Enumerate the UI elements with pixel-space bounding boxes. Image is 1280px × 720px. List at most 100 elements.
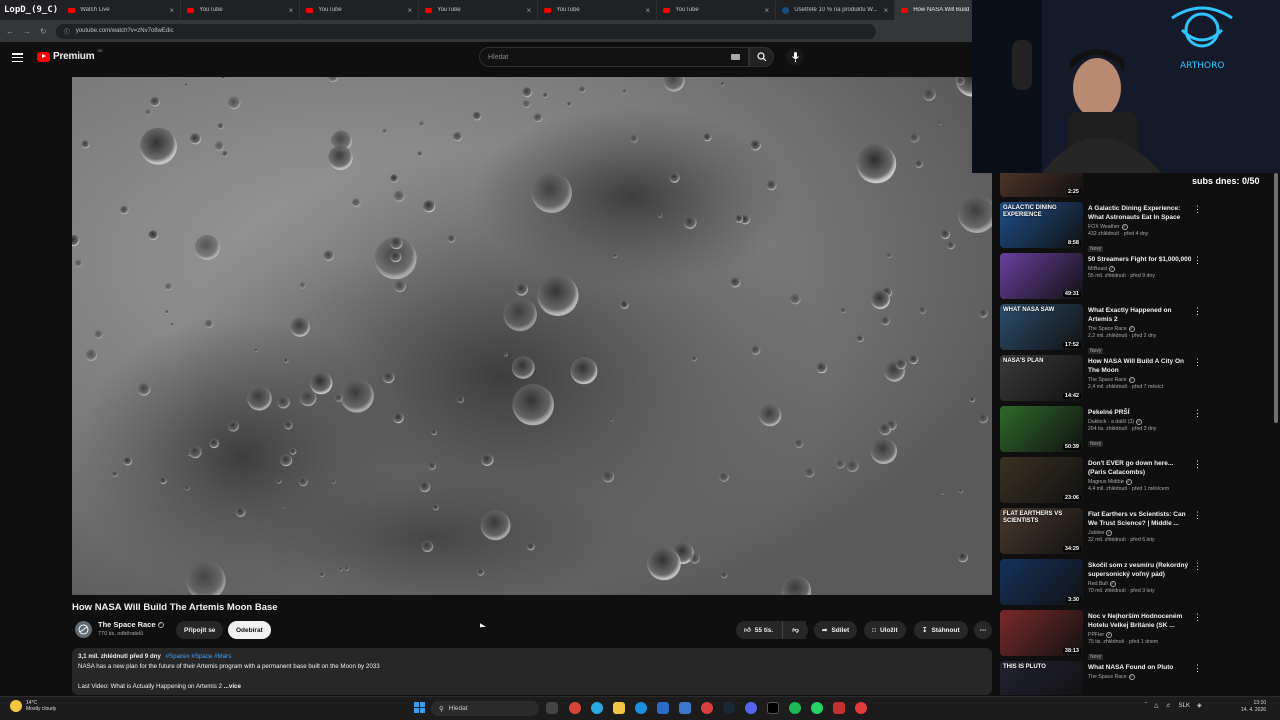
recommendation-channel[interactable]: FOX Weather ✓ xyxy=(1088,224,1272,230)
clock[interactable]: 13:10 14. 4. 2026 xyxy=(1241,700,1266,714)
download-button[interactable]: ↧ Stáhnout xyxy=(914,621,968,639)
more-options-icon[interactable]: ⋮ xyxy=(1193,664,1202,673)
video-thumbnail[interactable]: 3:30 xyxy=(1000,559,1083,605)
join-button[interactable]: Připojit se xyxy=(176,621,224,639)
recommendation-channel[interactable]: PPFter ✓ xyxy=(1088,632,1272,638)
video-thumbnail[interactable]: WHAT NASA SAW 17:52 xyxy=(1000,304,1083,350)
recommendation-channel[interactable]: The Space Race ✓ xyxy=(1088,674,1272,680)
recommendation-title[interactable]: Skočil som z vesmíru (Rekordný supersoni… xyxy=(1088,561,1193,579)
chrome-icon[interactable] xyxy=(569,702,581,714)
close-tab-icon[interactable]: × xyxy=(289,6,294,15)
more-options-icon[interactable]: ⋮ xyxy=(1193,409,1202,418)
voice-search-button[interactable] xyxy=(786,48,804,66)
task-view-icon[interactable] xyxy=(546,702,558,714)
recommendation-title[interactable]: A Galactic Dining Experience: What Astro… xyxy=(1088,204,1193,222)
back-icon[interactable]: ← xyxy=(6,27,14,36)
tab-4[interactable]: YouTube × xyxy=(538,0,658,20)
recommendation-item[interactable]: 49:31 50 Streamers Fight for $1,000,000 Mr… xyxy=(1000,253,1272,301)
video-thumbnail[interactable]: 49:31 xyxy=(1000,253,1083,299)
recommendation-item[interactable]: FLAT EARTHERS VS SCIENTISTS 34:29 Flat Ear… xyxy=(1000,508,1272,556)
video-thumbnail[interactable]: 38:13 xyxy=(1000,610,1083,656)
subscribe-button[interactable]: Odebírat xyxy=(228,621,271,639)
search-input[interactable]: Hledat xyxy=(479,47,749,67)
address-bar[interactable]: ⓘ youtube.com/watch?v=zNv7o8wEdic xyxy=(55,23,876,39)
share-button[interactable]: ➦ Sdílet xyxy=(814,621,858,639)
app-icon[interactable] xyxy=(833,702,845,714)
recommendation-channel[interactable]: Jubilee ✓ xyxy=(1088,530,1272,536)
search-button[interactable] xyxy=(749,47,774,67)
language-indicator[interactable]: SLK xyxy=(1179,703,1190,709)
youtube-logo[interactable]: Premium SK xyxy=(37,48,103,62)
tab-5[interactable]: YouTube × xyxy=(657,0,777,20)
tab-1[interactable]: YouTube × xyxy=(181,0,301,20)
recommendation-item[interactable]: 2:25 Lionsgate Movies✓2,7 mil. zhlédnutí … xyxy=(1000,173,1272,199)
store-icon[interactable] xyxy=(657,702,669,714)
video-thumbnail[interactable]: GALACTIC DINING EXPERIENCE 8:58 xyxy=(1000,202,1083,248)
start-button[interactable] xyxy=(414,702,425,713)
spotify-icon[interactable] xyxy=(789,702,801,714)
recommendation-title[interactable]: Don't EVER go down here... (Paris Cataco… xyxy=(1088,459,1193,477)
weather-widget[interactable]: 14°C Mostly cloudy xyxy=(10,700,56,712)
recommendation-channel[interactable]: MrBeast ✓ xyxy=(1088,266,1272,272)
more-options-icon[interactable]: ⋮ xyxy=(1193,511,1202,520)
video-thumbnail[interactable]: NASA'S PLAN 14:42 xyxy=(1000,355,1083,401)
more-options-icon[interactable]: ⋮ xyxy=(1193,205,1202,214)
channel-name[interactable]: The Space Race ✓ xyxy=(98,620,164,629)
network-icon[interactable]: △ xyxy=(1154,702,1159,709)
more-options-icon[interactable]: ⋮ xyxy=(1193,358,1202,367)
video-player[interactable] xyxy=(72,77,992,595)
app-icon[interactable] xyxy=(591,702,603,714)
forward-icon[interactable]: → xyxy=(23,27,31,36)
site-info-icon[interactable]: ⓘ xyxy=(64,27,70,36)
steam-icon[interactable] xyxy=(723,702,735,714)
close-tab-icon[interactable]: × xyxy=(170,6,175,15)
recommendation-item[interactable]: GALACTIC DINING EXPERIENCE 8:58 A Galactic… xyxy=(1000,202,1272,252)
hashtags[interactable]: #Spacex #Space #Mars xyxy=(166,653,232,660)
recommendation-channel[interactable]: Red Bull ✓ xyxy=(1088,581,1272,587)
video-thumbnail[interactable]: FLAT EARTHERS VS SCIENTISTS 34:29 xyxy=(1000,508,1083,554)
chrome-profile-icon[interactable] xyxy=(701,702,713,714)
close-tab-icon[interactable]: × xyxy=(765,6,770,15)
more-options-icon[interactable]: ⋮ xyxy=(1193,562,1202,571)
video-thumbnail[interactable]: THIS IS PLUTO xyxy=(1000,661,1083,695)
recommendation-channel[interactable]: The Space Race ✓ xyxy=(1088,326,1272,332)
more-options-icon[interactable]: ⋮ xyxy=(1193,307,1202,316)
more-options-icon[interactable]: ⋮ xyxy=(1193,256,1202,265)
chevron-up-icon[interactable]: ˆ xyxy=(1145,703,1147,709)
close-tab-icon[interactable]: × xyxy=(527,6,532,15)
video-thumbnail[interactable]: 50:39 xyxy=(1000,406,1083,452)
taskbar-search[interactable]: ⚲ Hledat xyxy=(431,701,539,716)
recommendation-title[interactable]: Noc v Nejhorším Hodnoceném Hotelu Velkej… xyxy=(1088,612,1193,630)
save-button[interactable]: □ Uložit xyxy=(864,621,906,639)
recommendation-channel[interactable]: Duklock · a další (3) ✓ xyxy=(1088,419,1272,425)
file-explorer-icon[interactable] xyxy=(613,702,625,714)
recommendation-item[interactable]: 38:13 Noc v Nejhorším Hodnoceném Hotelu V… xyxy=(1000,610,1272,660)
wifi-icon[interactable]: ◈ xyxy=(1197,702,1202,709)
recommendation-channel[interactable]: Magnus Midtbø ✓ xyxy=(1088,479,1272,485)
recommendation-title[interactable]: What Exactly Happened on Artemis 2 xyxy=(1088,306,1193,324)
video-thumbnail[interactable]: 23:06 xyxy=(1000,457,1083,503)
discord-icon[interactable] xyxy=(745,702,757,714)
recommendation-item[interactable]: NASA'S PLAN 14:42 How NASA Will Build A Ci… xyxy=(1000,355,1272,403)
recommendation-title[interactable]: 50 Streamers Fight for $1,000,000 xyxy=(1088,255,1193,264)
volume-icon[interactable]: ♬ xyxy=(1166,703,1172,709)
tab-2[interactable]: YouTube × xyxy=(300,0,420,20)
tab-0[interactable]: Watch Live × xyxy=(62,0,182,20)
tab-6[interactable]: Ušetřete 10 % na produktu W... × xyxy=(776,0,896,20)
channel-avatar[interactable] xyxy=(75,621,92,638)
close-tab-icon[interactable]: × xyxy=(646,6,651,15)
recommendation-item[interactable]: WHAT NASA SAW 17:52 What Exactly Happened … xyxy=(1000,304,1272,354)
whatsapp-icon[interactable] xyxy=(811,702,823,714)
video-thumbnail[interactable]: 2:25 xyxy=(1000,173,1083,197)
recommendation-title[interactable]: Pekelné PRŠÍ xyxy=(1088,408,1193,417)
dislike-button[interactable]: 👎︎ xyxy=(782,621,808,639)
show-more-link[interactable]: ...více xyxy=(224,683,241,690)
keyboard-icon[interactable] xyxy=(731,54,740,60)
close-tab-icon[interactable]: × xyxy=(884,6,889,15)
video-description[interactable]: 3,1 mil. zhlédnutí před 9 dny #Spacex #S… xyxy=(72,648,992,695)
reload-icon[interactable]: ↻ xyxy=(40,27,47,36)
scrollbar[interactable] xyxy=(1274,173,1278,423)
close-tab-icon[interactable]: × xyxy=(408,6,413,15)
chrome-icon[interactable] xyxy=(855,702,867,714)
recommendation-item[interactable]: 23:06 Don't EVER go down here... (Paris C… xyxy=(1000,457,1272,505)
